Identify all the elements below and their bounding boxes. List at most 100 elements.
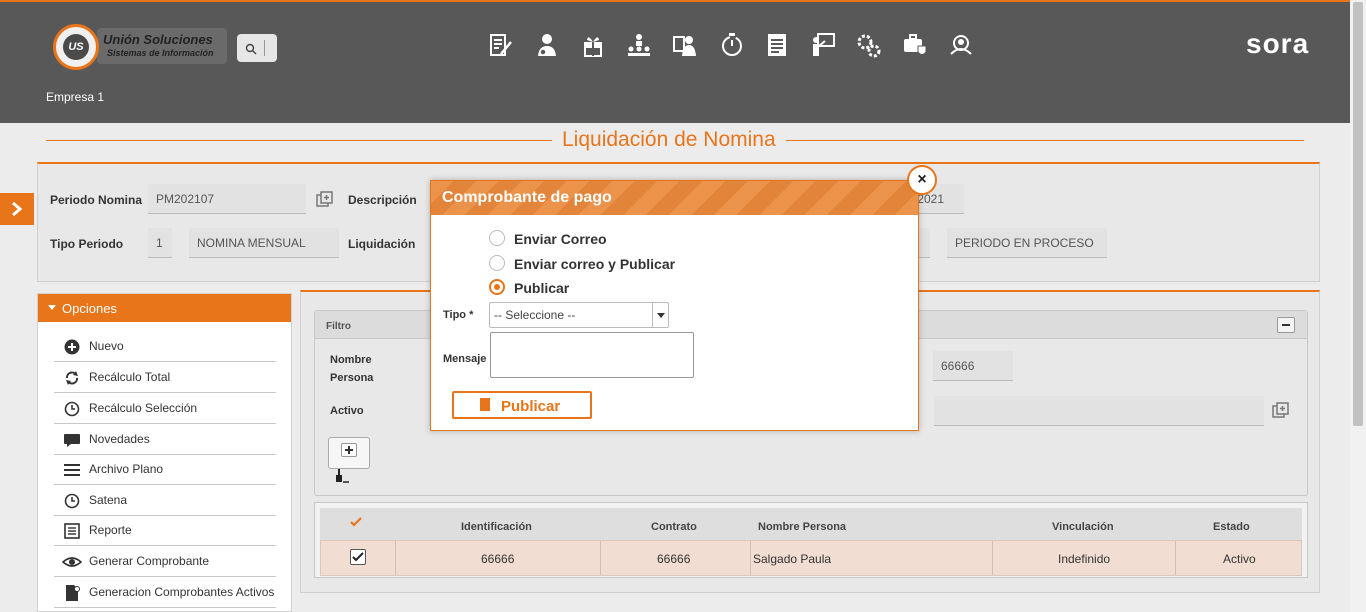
estado-periodo-field[interactable]: PERIODO EN PROCESO (947, 228, 1107, 258)
close-button[interactable]: × (907, 165, 937, 195)
top-bar: US Unión Soluciones Sistemas de Informac… (0, 0, 1350, 123)
brand-logo: sora (1246, 28, 1310, 59)
cell-divider (750, 541, 751, 575)
select-all-check-icon[interactable] (350, 517, 362, 527)
radio-enviar-correo[interactable] (489, 230, 505, 246)
liquidacion-label: Liquidación (348, 237, 416, 251)
company-logo[interactable]: US Unión Soluciones Sistemas de Informac… (53, 24, 227, 70)
tipo-periodo-code-field[interactable]: 1 (148, 228, 172, 258)
col-estado[interactable]: Estado (1213, 521, 1250, 533)
settings-gears-icon[interactable] (846, 28, 892, 62)
sidebar-toggle-button[interactable] (0, 193, 34, 225)
comment-icon (64, 434, 80, 447)
cell-estado: Activo (1223, 552, 1256, 566)
option-nuevo[interactable]: Nuevo (54, 331, 276, 362)
radio-enviar-correo-publicar[interactable] (489, 255, 505, 271)
search-icon (245, 43, 257, 55)
mensaje-label: Mensaje (443, 353, 487, 365)
tipo-periodo-name-field[interactable]: NOMINA MENSUAL (189, 228, 339, 258)
chevron-right-icon (12, 201, 23, 217)
modal-title: Comprobante de pago (431, 181, 918, 215)
col-vinculacion[interactable]: Vinculación (1052, 521, 1114, 533)
table-row[interactable]: 66666 66666 Salgado Paula Indefinido Act… (320, 540, 1302, 576)
radio-label[interactable]: Publicar (514, 280, 569, 296)
document-list-icon[interactable] (754, 28, 800, 62)
cell-vinculacion: Indefinido (1058, 552, 1111, 566)
company-name[interactable]: Empresa 1 (46, 90, 104, 104)
activo-label: Activo (330, 405, 364, 417)
row-checkbox[interactable] (350, 549, 366, 565)
col-nombre-persona[interactable]: Nombre Persona (758, 521, 846, 533)
cell-contrato: 66666 (657, 552, 691, 566)
page-scrollbar[interactable] (1350, 0, 1366, 612)
cell-divider (600, 541, 601, 575)
radio-label[interactable]: Enviar correo y Publicar (514, 256, 675, 272)
tipo-selected-value: -- Seleccione -- (494, 308, 576, 322)
page-title: Liquidación de Nomina (552, 128, 786, 152)
option-recalculo-total[interactable]: Recálculo Total (54, 362, 276, 393)
mensaje-textarea[interactable] (490, 332, 694, 378)
training-icon[interactable] (800, 28, 846, 62)
eye-icon (62, 557, 82, 567)
option-label: Reporte (89, 523, 132, 537)
descripcion-label: Descripción (348, 193, 417, 207)
option-archivo-plano[interactable]: Archivo Plano (54, 454, 276, 485)
employee-icon[interactable] (524, 28, 570, 62)
plus-circle-icon (64, 339, 80, 355)
tipo-select[interactable]: -- Seleccione -- (489, 302, 669, 328)
option-label: Recálculo Total (89, 370, 171, 384)
cell-divider (1175, 541, 1176, 575)
search-button[interactable] (237, 34, 277, 62)
file-icon (480, 398, 490, 411)
collapse-button[interactable] (1277, 317, 1295, 333)
activo-field[interactable] (934, 396, 1264, 426)
nombre-persona-label: Nombre Persona (330, 354, 374, 384)
publicar-button[interactable]: Publicar (452, 391, 592, 419)
periodo-field[interactable]: PM202107 (148, 184, 306, 214)
publicar-label: Publicar (501, 398, 561, 415)
identificacion-filter-field[interactable]: 66666 (933, 351, 1013, 381)
plus-icon (341, 443, 357, 457)
cell-divider (395, 541, 396, 575)
file-icon (66, 585, 80, 601)
col-identificacion[interactable]: Identificación (461, 521, 532, 533)
benefits-gift-icon[interactable] (570, 28, 616, 62)
timer-icon[interactable] (708, 28, 754, 62)
options-panel: Opciones Nuevo Recálculo Total Recálculo… (37, 293, 292, 612)
cell-identificacion: 66666 (481, 552, 515, 566)
option-novedades[interactable]: Novedades (54, 424, 276, 455)
cell-divider (992, 541, 993, 575)
hr-admin-icon[interactable] (662, 28, 708, 62)
users-search-icon[interactable] (938, 28, 984, 62)
option-satena[interactable]: Satena (54, 485, 276, 516)
logo-circle: US (53, 24, 99, 70)
search-divider (264, 40, 265, 56)
option-generar-comprobante[interactable]: Generar Comprobante (54, 546, 276, 577)
clock-icon (64, 493, 80, 509)
comprobante-modal: Comprobante de pago × Enviar Correo Envi… (430, 165, 937, 431)
col-contrato[interactable]: Contrato (651, 521, 697, 533)
lookup-icon[interactable] (316, 191, 334, 209)
option-label: Archivo Plano (89, 462, 164, 476)
logo-subtitle: Sistemas de Información (107, 48, 214, 58)
radio-publicar[interactable] (489, 279, 505, 295)
add-filter-button[interactable] (328, 437, 370, 469)
lookup-icon[interactable] (1272, 402, 1290, 420)
filter-title: Filtro (326, 321, 351, 332)
option-recalculo-seleccion[interactable]: Recálculo Selección (54, 393, 276, 424)
cell-nombre: Salgado Paula (753, 552, 832, 566)
radio-label[interactable]: Enviar Correo (514, 231, 607, 247)
check-icon (352, 552, 364, 562)
options-header[interactable]: Opciones (38, 294, 291, 322)
results-grid: Identificación Contrato Nombre Persona V… (314, 502, 1308, 578)
close-icon: × (917, 171, 927, 188)
option-reporte[interactable]: Reporte (54, 515, 276, 546)
org-structure-icon[interactable] (616, 28, 662, 62)
option-generacion-comprobantes-activos[interactable]: Generacion Comprobantes Activos (54, 577, 276, 608)
health-security-icon[interactable] (892, 28, 938, 62)
scrollbar-thumb[interactable] (1353, 2, 1363, 426)
clear-filter-icon[interactable] (335, 469, 349, 483)
payroll-edit-icon[interactable] (478, 28, 524, 62)
chevron-down-icon (652, 303, 668, 327)
logo-mark: US (63, 34, 89, 60)
